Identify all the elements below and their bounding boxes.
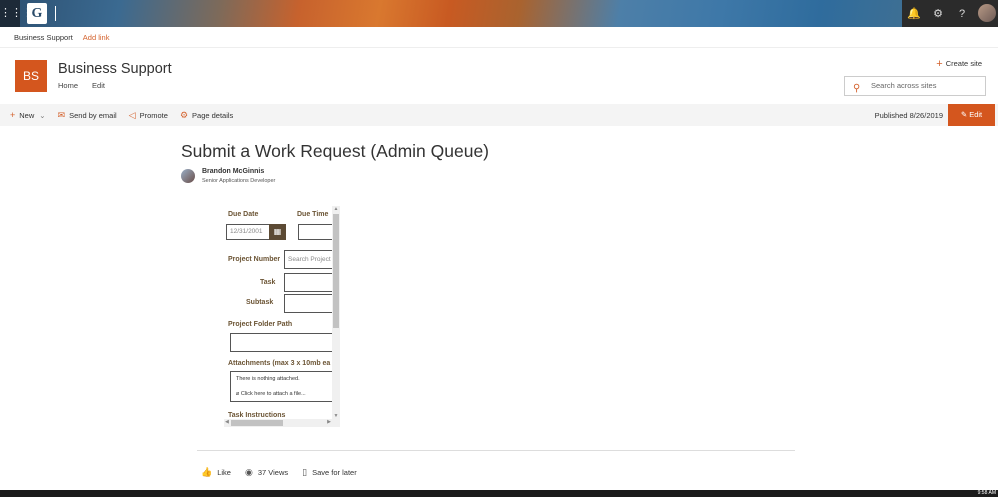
- project-folder-field[interactable]: [230, 333, 336, 352]
- project-number-field[interactable]: Search Project: [284, 250, 336, 269]
- attachments-label: Attachments (max 3 x 10mb ea: [228, 360, 331, 367]
- command-bar: + New ⌄ ✉ Send by email ◁ Promote ⚙ Page deta…: [0, 104, 998, 126]
- divider: [55, 6, 56, 21]
- site-title[interactable]: Business Support: [58, 61, 172, 77]
- views-count: ◉ 37 Views: [245, 467, 288, 478]
- thumbs-up-icon: 👍: [201, 467, 213, 477]
- subtask-label: Subtask: [246, 299, 274, 306]
- scroll-down-icon[interactable]: ▼: [332, 413, 340, 419]
- form-vertical-scrollbar[interactable]: ▲ ▼: [332, 206, 340, 427]
- task-label: Task: [260, 279, 276, 286]
- pencil-icon: ✎: [960, 110, 970, 119]
- page-title: Submit a Work Request (Admin Queue): [181, 141, 490, 161]
- plus-icon: +: [936, 58, 943, 70]
- divider: [197, 450, 795, 451]
- search-icon: ⚲: [853, 83, 861, 94]
- nav-home[interactable]: Home: [58, 81, 78, 90]
- site-nav: Home Edit: [58, 81, 105, 90]
- taskbar-clock: 9:58 AM: [977, 490, 996, 496]
- scroll-thumb-horizontal[interactable]: [231, 420, 283, 426]
- bookmark-icon: ▯: [302, 467, 308, 477]
- task-field[interactable]: [284, 273, 336, 292]
- attachments-empty-text: There is nothing attached.: [236, 376, 300, 382]
- promote-button[interactable]: ◁ Promote: [129, 110, 168, 121]
- hub-nav: Business Support Add link: [0, 27, 998, 48]
- author-avatar[interactable]: [181, 169, 195, 183]
- company-logo[interactable]: G: [27, 3, 47, 24]
- published-status: Published 8/26/2019: [874, 111, 943, 120]
- attachments-box: There is nothing attached. ⌀ Click here …: [230, 371, 334, 402]
- author-role: Senior Applications Developer: [202, 178, 276, 184]
- new-label: New: [19, 110, 35, 120]
- page-details-button[interactable]: ⚙ Page details: [180, 110, 233, 121]
- megaphone-icon: ◁: [128, 109, 136, 120]
- send-email-label: Send by email: [69, 110, 117, 120]
- user-avatar[interactable]: [978, 4, 996, 22]
- promote-label: Promote: [139, 110, 168, 120]
- save-later-label: Save for later: [312, 468, 357, 477]
- like-button[interactable]: 👍 Like: [201, 467, 231, 478]
- windows-taskbar: 9:58 AM: [0, 490, 998, 497]
- social-bar: 👍 Like ◉ 37 Views ▯ Save for later: [201, 467, 357, 478]
- plus-icon: +: [10, 110, 16, 120]
- embedded-form: Due Date Due Time 12/31/2001 ▦ Project N…: [224, 206, 341, 427]
- send-email-button[interactable]: ✉ Send by email: [58, 110, 117, 121]
- save-for-later-button[interactable]: ▯ Save for later: [302, 467, 357, 478]
- suite-bar: ⋮⋮⋮ G 🔔 ⚙ ?: [0, 0, 998, 27]
- scroll-right-icon[interactable]: ▶: [327, 419, 331, 425]
- author-name[interactable]: Brandon McGinnis: [202, 168, 264, 175]
- scroll-left-icon[interactable]: ◀: [225, 419, 229, 425]
- new-button[interactable]: + New ⌄: [10, 110, 46, 120]
- attach-file-link[interactable]: ⌀ Click here to attach a file...: [236, 391, 306, 397]
- gear-icon: ⚙: [179, 109, 189, 120]
- eye-icon: ◉: [244, 467, 253, 477]
- create-site-label: Create site: [945, 59, 982, 68]
- site-header: BS Business Support Home Edit + Create si…: [0, 48, 998, 104]
- scroll-thumb[interactable]: [333, 214, 339, 328]
- edit-page-button[interactable]: ✎ Edit: [948, 104, 995, 126]
- create-site-button[interactable]: + Create site: [936, 58, 982, 70]
- help-icon[interactable]: ?: [950, 8, 974, 20]
- due-time-label: Due Time: [297, 211, 329, 218]
- add-link-button[interactable]: Add link: [83, 33, 110, 42]
- task-instructions-label: Task Instructions: [228, 412, 286, 419]
- project-number-label: Project Number: [228, 256, 281, 263]
- scroll-up-icon[interactable]: ▲: [332, 206, 340, 212]
- nav-edit[interactable]: Edit: [92, 81, 105, 90]
- page-details-label: Page details: [192, 110, 234, 120]
- site-logo-tile[interactable]: BS: [15, 60, 47, 92]
- hub-site-link[interactable]: Business Support: [14, 33, 73, 42]
- like-label: Like: [217, 468, 231, 477]
- edit-label: Edit: [969, 110, 983, 119]
- calendar-icon[interactable]: ▦: [269, 224, 286, 240]
- attach-file-label: Click here to attach a file...: [240, 391, 306, 397]
- search-input[interactable]: ⚲ Search across sites: [844, 76, 986, 96]
- views-label: 37 Views: [257, 468, 289, 477]
- subtask-field[interactable]: [284, 294, 336, 313]
- form-horizontal-scrollbar[interactable]: ◀ ▶: [224, 419, 332, 427]
- bell-icon[interactable]: 🔔: [902, 7, 926, 20]
- due-date-label: Due Date: [228, 211, 259, 218]
- project-folder-label: Project Folder Path: [228, 321, 293, 328]
- chevron-down-icon: ⌄: [39, 110, 46, 120]
- search-placeholder: Search across sites: [871, 81, 937, 90]
- gear-icon[interactable]: ⚙: [926, 7, 950, 20]
- waffle-icon[interactable]: ⋮⋮⋮: [0, 0, 33, 27]
- due-date-field[interactable]: 12/31/2001: [226, 224, 270, 240]
- mail-icon: ✉: [57, 109, 66, 120]
